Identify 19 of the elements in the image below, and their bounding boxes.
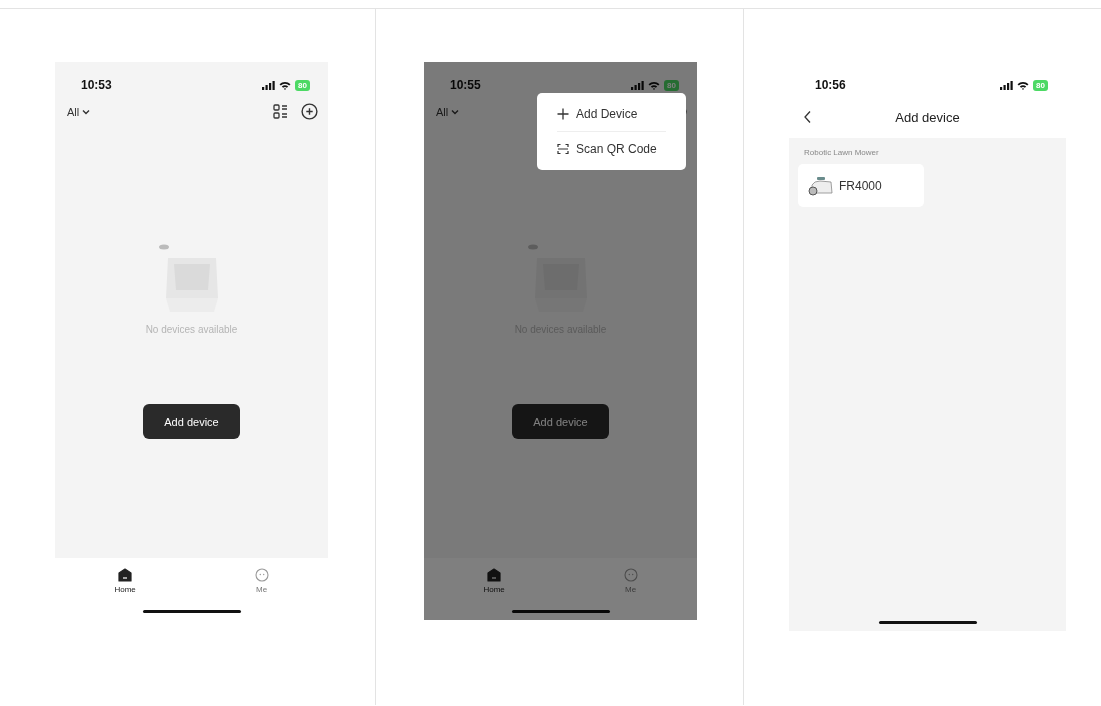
battery-indicator: 80 [664,79,679,91]
menu-item[interactable]: Add Device [537,97,686,131]
add-device-button[interactable]: Add device [143,404,240,439]
filter-dropdown[interactable]: All [436,105,460,118]
menu-item[interactable]: Scan QR Code [537,132,686,166]
battery-indicator: 80 [1033,79,1048,91]
tab-bar-item[interactable]: Home [114,568,136,594]
empty-state-text: No devices available [145,324,238,335]
filter-dropdown[interactable]: All [67,105,91,118]
status-time: 10:55 [450,78,481,92]
category-label: Robotic Lawn Mower [804,148,879,157]
page-title: Add device [895,109,960,125]
add-device-button[interactable]: Add device [512,404,609,439]
device-card[interactable]: FR4000 [798,164,924,207]
battery-indicator: 80 [295,79,310,91]
tab-bar-item[interactable]: Home [483,568,505,594]
tab-bar-item[interactable]: Me [254,568,269,594]
status-time: 10:56 [815,78,846,92]
status-time: 10:53 [81,78,112,92]
